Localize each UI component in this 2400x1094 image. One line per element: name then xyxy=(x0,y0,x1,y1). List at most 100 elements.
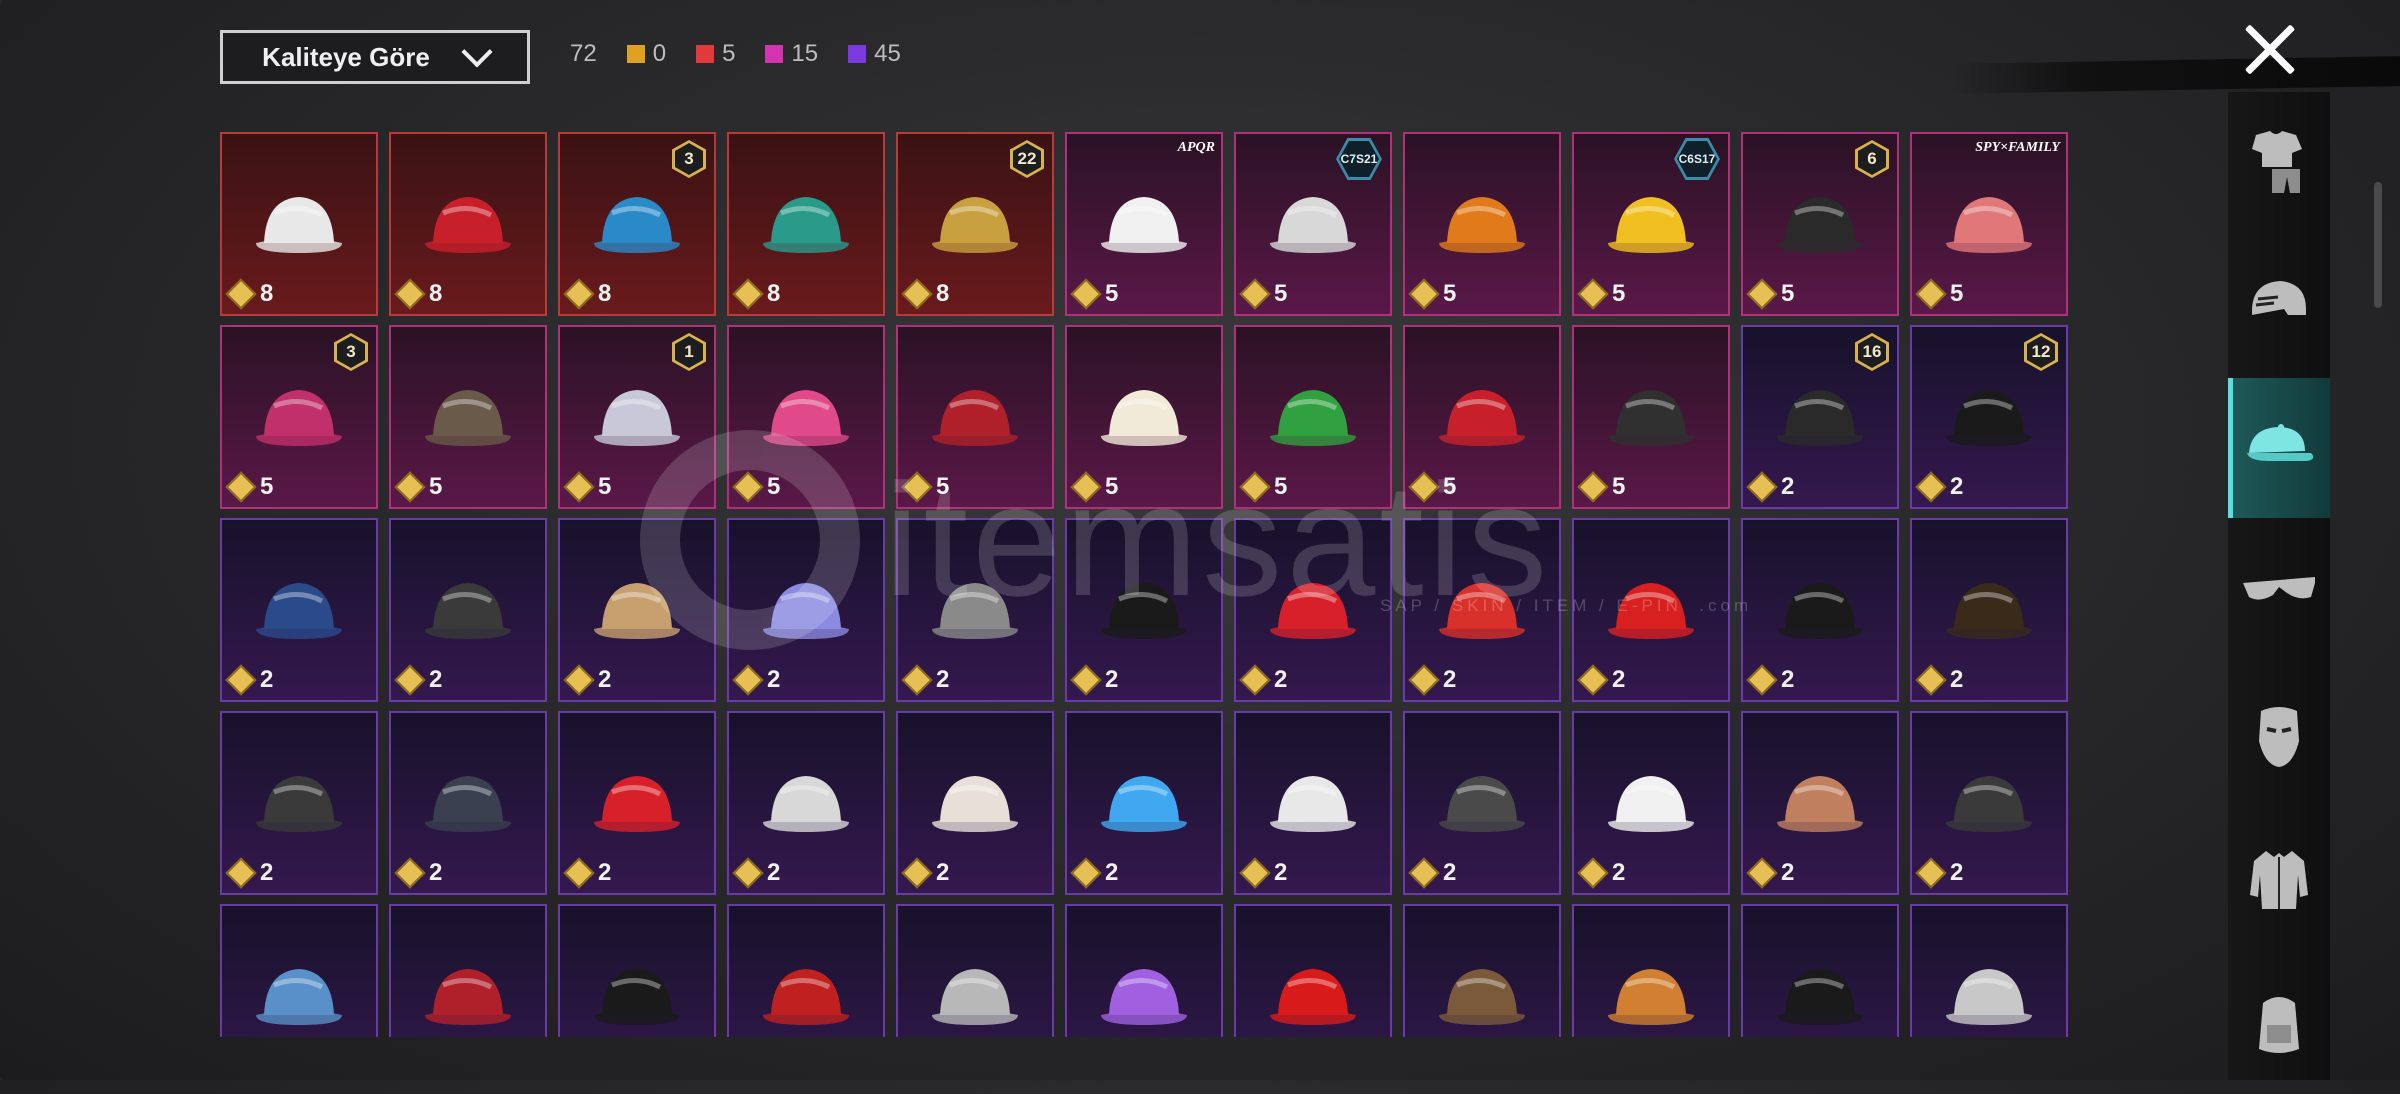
item-card-black-gold-helmet[interactable]: 65 xyxy=(1741,132,1899,316)
item-card-kabuki-mask[interactable]: 2 xyxy=(896,711,1054,895)
red-beret-icon xyxy=(425,968,511,1025)
item-cost-value: 5 xyxy=(1612,280,1626,307)
currency-diamond-icon xyxy=(1746,278,1778,310)
close-button[interactable] xyxy=(2240,20,2300,80)
item-cost-value: 5 xyxy=(936,473,950,500)
sheep-head-icon xyxy=(1101,389,1187,446)
item-card-soldier-helmet[interactable]: 2 xyxy=(1403,711,1561,895)
item-cost-value: 2 xyxy=(1950,666,1964,693)
rainbow-cap-icon xyxy=(763,582,849,639)
item-cost: 2 xyxy=(901,664,949,696)
tab-jacket[interactable] xyxy=(2228,810,2330,950)
item-card-bunny-helmet[interactable]: 12 2 xyxy=(1910,325,2068,509)
quality-count-legendary: 0 xyxy=(626,40,666,68)
item-card-feather-hat[interactable]: 2 xyxy=(1572,711,1730,895)
currency-diamond-icon xyxy=(901,278,933,310)
item-card-navy-cap[interactable]: 2 xyxy=(389,711,547,895)
white-visor-icon xyxy=(1270,775,1356,832)
currency-diamond-icon xyxy=(1408,857,1440,889)
level-badge-value: 16 xyxy=(1858,336,1886,368)
item-cost-value: 8 xyxy=(767,280,781,307)
item-card-devil-horns[interactable]: 5 xyxy=(1403,325,1561,509)
item-card-black-bowler[interactable] xyxy=(558,904,716,1037)
mask-icon xyxy=(2259,707,2299,767)
tab-glasses[interactable] xyxy=(2228,522,2330,662)
item-card-blue-cap[interactable]: 2 xyxy=(220,518,378,702)
item-card-pink-hair-wig[interactable]: SPY×FAMILY 5 xyxy=(1910,132,2068,316)
item-card-bucket-hat-red-hair[interactable]: 2 xyxy=(896,518,1054,702)
item-card-sheep-head[interactable]: 5 xyxy=(1065,325,1223,509)
item-card-wrestler-mask[interactable]: 2 xyxy=(1910,711,2068,895)
bunny-helmet-icon xyxy=(1946,389,2032,446)
tab-mask[interactable] xyxy=(2228,666,2330,806)
item-card-flower-crown[interactable] xyxy=(1065,904,1223,1037)
item-card-mushroom-hat[interactable]: 2 xyxy=(558,711,716,895)
item-card-mohawk-glasses[interactable]: 16 2 xyxy=(1741,325,1899,509)
item-cost: 5 xyxy=(732,471,780,503)
item-card-shark-mask[interactable] xyxy=(896,904,1054,1037)
item-card-green-dragon-helmet[interactable]: 8 xyxy=(727,132,885,316)
tab-backpack[interactable] xyxy=(2228,954,2330,1094)
currency-diamond-icon xyxy=(394,471,426,503)
item-card-black-beanie[interactable] xyxy=(1741,904,1899,1037)
item-card-red-white-cap[interactable]: 2 xyxy=(1234,518,1392,702)
item-card-ghost-mask[interactable]: 5 xyxy=(1572,325,1730,509)
item-grid-scroll[interactable]: 8 8 3 8 8 22 8 APQR 5 C7S21 5 5 C6S17 5 6 5 SPY×FAMILY 5 3… xyxy=(220,132,2080,1037)
item-card-straw-cone-hat[interactable]: 2 xyxy=(1741,711,1899,895)
item-card-samurai-ponytail[interactable]: 2 xyxy=(220,711,378,895)
item-card-white-wide-hat[interactable]: 2 xyxy=(727,711,885,895)
item-card-head-mirror[interactable] xyxy=(1910,904,2068,1037)
item-card-pink-cat-mask[interactable]: 5 xyxy=(727,325,885,509)
kabuki-mask-icon xyxy=(932,775,1018,832)
sort-dropdown[interactable]: Kaliteye Göre xyxy=(220,30,530,84)
decorative-streak xyxy=(1950,56,2400,94)
item-card-red-crown-head[interactable]: 5 xyxy=(896,325,1054,509)
item-card-red-beret[interactable] xyxy=(389,904,547,1037)
item-card-gas-mask-helmet[interactable]: 2 xyxy=(389,518,547,702)
level-badge-value: 22 xyxy=(1013,143,1041,175)
item-card-cake-hat[interactable] xyxy=(1403,904,1561,1037)
tab-helmet[interactable] xyxy=(2228,234,2330,374)
sidebar-scrollbar[interactable] xyxy=(2374,182,2382,308)
item-card-gold-knight-helmet[interactable]: 22 8 xyxy=(896,132,1054,316)
item-card-spiked-helmet[interactable]: 5 xyxy=(389,325,547,509)
panda-head-icon xyxy=(1101,196,1187,253)
item-card-jester-hat[interactable]: 35 xyxy=(220,325,378,509)
tab-outfit[interactable] xyxy=(2228,92,2330,232)
item-card-black-cap[interactable]: 2 xyxy=(1065,518,1223,702)
item-card-white-fur-hat[interactable]: C7S21 5 xyxy=(1234,132,1392,316)
item-card-white-visor[interactable]: 2 xyxy=(1234,711,1392,895)
item-card-rainbow-cap[interactable]: 2 xyxy=(727,518,885,702)
item-grid: 8 8 3 8 8 22 8 APQR 5 C7S21 5 5 C6S17 5 6 5 SPY×FAMILY 5 3… xyxy=(220,132,2080,1037)
black-cap-icon xyxy=(1101,582,1187,639)
item-card-silver-pigtails[interactable]: 15 xyxy=(558,325,716,509)
item-card-red-mohawk[interactable]: 2 xyxy=(1572,518,1730,702)
item-cost-value: 5 xyxy=(1950,280,1964,307)
item-cost-value: 5 xyxy=(1443,473,1457,500)
item-card-shark-hood[interactable] xyxy=(220,904,378,1037)
item-card-blue-bunny-ears[interactable]: 2 xyxy=(1065,711,1223,895)
tab-hat[interactable] xyxy=(2228,378,2330,518)
item-card-frog-cap[interactable]: 5 xyxy=(1234,325,1392,509)
item-card-burger-hat[interactable] xyxy=(1572,904,1730,1037)
item-cost-value: 2 xyxy=(1105,666,1119,693)
item-card-red-cat-ears[interactable]: 2 xyxy=(1403,518,1561,702)
item-card-visor-fur-cap[interactable]: C6S17 5 xyxy=(1572,132,1730,316)
item-card-pumpkin-head[interactable]: 5 xyxy=(1403,132,1561,316)
item-card-bunny-ear-hat[interactable]: 2 xyxy=(558,518,716,702)
item-card-white-cowboy-hat[interactable]: 8 xyxy=(220,132,378,316)
item-card-black-sombrero[interactable]: 2 xyxy=(1741,518,1899,702)
item-cost-value: 2 xyxy=(1612,859,1626,886)
silver-pigtails-icon xyxy=(594,389,680,446)
item-card-steampunk-hat[interactable]: 2 xyxy=(1910,518,2068,702)
mushroom-hat-icon xyxy=(594,775,680,832)
item-card-panda-head[interactable]: APQR 5 xyxy=(1065,132,1223,316)
item-cost: 5 xyxy=(1239,278,1287,310)
item-card-red-fedora[interactable] xyxy=(727,904,885,1037)
purple-swatch xyxy=(848,45,867,63)
item-card-red-helmet[interactable]: 8 xyxy=(389,132,547,316)
item-cost-value: 2 xyxy=(1612,666,1626,693)
item-card-red-bucket-hat[interactable] xyxy=(1234,904,1392,1037)
item-cost: 2 xyxy=(732,857,780,889)
item-card-blue-hair-joker[interactable]: 38 xyxy=(558,132,716,316)
